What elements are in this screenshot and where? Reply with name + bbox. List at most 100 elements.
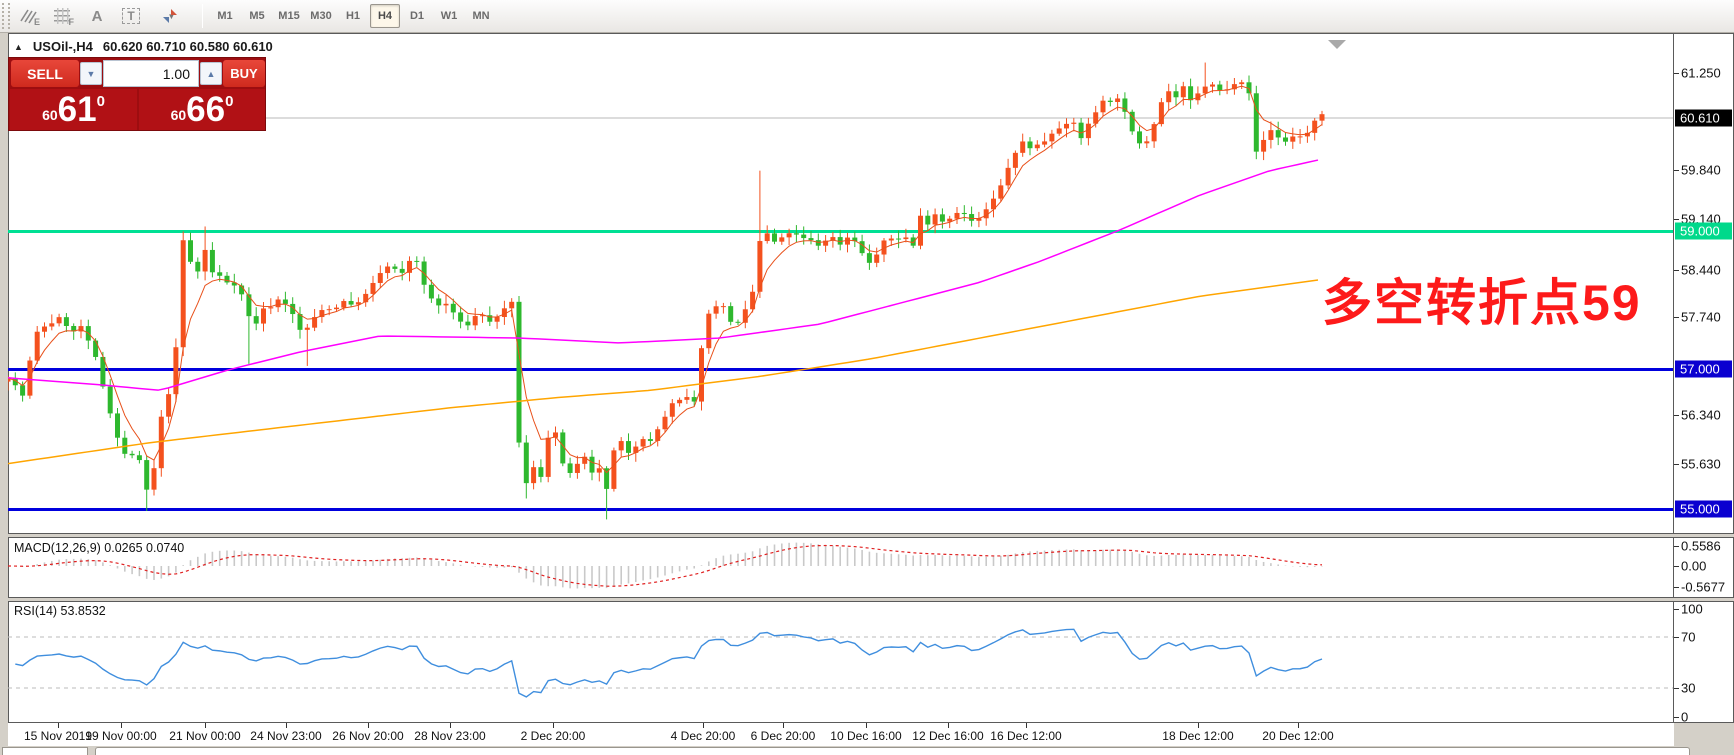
collapse-triangle-icon[interactable]: ▲ (14, 42, 23, 52)
time-axis-tick (58, 723, 59, 728)
time-axis-label: 6 Dec 20:00 (750, 729, 816, 743)
time-axis-tick (368, 723, 369, 728)
grid-icon[interactable]: F (46, 3, 80, 29)
macd-axis-tick (1674, 587, 1679, 588)
volume-increase-button[interactable]: ▲ (200, 62, 222, 85)
horizontal-scrollbar[interactable] (95, 747, 1690, 755)
time-axis-tick (1298, 723, 1299, 728)
time-axis-tick (1198, 723, 1199, 728)
time-axis-tick (205, 723, 206, 728)
sell-button[interactable]: SELL (11, 60, 79, 87)
timeframe-button-d1[interactable]: D1 (402, 4, 432, 28)
sell-price-prefix: 60 (42, 107, 58, 123)
price-axis-label: 56.340 (1681, 407, 1721, 423)
rsi-axis-tick (1674, 609, 1679, 610)
volume-input[interactable] (103, 60, 199, 87)
time-axis-label: 10 Dec 16:00 (830, 729, 902, 743)
toolbar-drag-handle[interactable] (2, 3, 10, 29)
ohlc-values: 60.620 60.710 60.580 60.610 (102, 39, 273, 54)
time-axis-label: 18 Dec 12:00 (1162, 729, 1234, 743)
rsi-axis-tick (1674, 717, 1679, 718)
sell-price-sup: 0 (96, 93, 105, 110)
volume-decrease-button[interactable]: ▼ (80, 62, 102, 85)
buy-price-big: 66 (186, 90, 226, 129)
timeframe-button-w1[interactable]: W1 (434, 4, 464, 28)
time-axis-label: 19 Nov 00:00 (85, 729, 157, 743)
price-axis-label: 59.000 (1675, 222, 1732, 240)
time-axis-tick (703, 723, 704, 728)
rsi-axis: 100 70 30 0 (1674, 601, 1734, 725)
rsi-axis-label: 0 (1681, 709, 1689, 725)
chinese-annotation-text: 多空转折点59 (1322, 275, 1642, 331)
one-click-trade-panel: SELL ▼ ▲ BUY 60 61 0 60 66 0 (8, 57, 266, 131)
buy-price-sup: 0 (225, 93, 234, 110)
time-axis-tick (783, 723, 784, 728)
buy-price-tile[interactable]: 60 66 0 (139, 89, 265, 130)
timeframe-button-m15[interactable]: M15 (274, 4, 304, 28)
price-axis-tick (1674, 464, 1679, 465)
time-axis-tick (866, 723, 867, 728)
time-axis-tick (121, 723, 122, 728)
sell-price-big: 61 (57, 90, 97, 129)
timeframe-group: M1 M5 M15 M30 H1 H4 D1 W1 MN (209, 4, 497, 28)
buy-button[interactable]: BUY (223, 60, 265, 87)
chart-title: ▲ USOil-,H4 60.620 60.710 60.580 60.610 (14, 39, 273, 54)
toolbar-separator (202, 4, 203, 28)
buy-price-prefix: 60 (170, 107, 187, 123)
price-axis-tick (1674, 270, 1679, 271)
timeframe-button-m30[interactable]: M30 (306, 4, 336, 28)
timeframe-button-h4[interactable]: H4 (370, 4, 400, 28)
timeframe-button-m1[interactable]: M1 (210, 4, 240, 28)
macd-axis-label: -0.5677 (1681, 579, 1726, 595)
text-label-icon[interactable]: A (80, 3, 114, 29)
time-axis-label: 12 Dec 16:00 (912, 729, 984, 743)
price-axis-tick (1674, 170, 1679, 171)
rsi-axis-label: 70 (1681, 629, 1696, 645)
sell-price-tile[interactable]: 60 61 0 (10, 89, 137, 130)
time-axis-tick (553, 723, 554, 728)
time-axis-label: 20 Dec 12:00 (1262, 729, 1334, 743)
time-axis[interactable]: 15 Nov 2019 19 Nov 00:00 21 Nov 00:00 24 No… (8, 723, 1674, 746)
price-axis-label: 59.840 (1681, 162, 1721, 178)
rsi-axis-label: 100 (1681, 601, 1703, 617)
chart-shift-marker-icon[interactable] (1328, 40, 1346, 49)
macd-label: MACD(12,26,9) 0.0265 0.0740 (14, 541, 185, 555)
toolbar: E F A T ▼ M1 M5 M15 M30 H1 H4 D1 W1 MN (0, 0, 1734, 33)
time-axis-label: 16 Dec 12:00 (990, 729, 1062, 743)
timeframe-button-mn[interactable]: MN (466, 4, 496, 28)
price-axis-tick (1674, 219, 1679, 220)
time-axis-label: 15 Nov 2019 (23, 729, 93, 743)
timeframe-button-m5[interactable]: M5 (242, 4, 272, 28)
price-axis-label: 61.250 (1681, 65, 1721, 81)
price-axis-label: 55.630 (1681, 456, 1721, 472)
price-axis-label: 58.440 (1681, 262, 1721, 278)
time-axis-tick (286, 723, 287, 728)
time-axis-tick (948, 723, 949, 728)
draw-study-icon[interactable]: E (12, 3, 46, 29)
macd-axis-label: 0.5586 (1681, 538, 1721, 554)
arrows-style-icon[interactable]: ▼ (148, 3, 192, 29)
rsi-label: RSI(14) 53.8532 (14, 604, 106, 618)
time-axis-label: 24 Nov 23:00 (250, 729, 322, 743)
rsi-axis-label: 30 (1681, 680, 1696, 696)
price-axis-label: 57.000 (1675, 360, 1732, 378)
macd-indicator (8, 542, 1323, 589)
text-box-icon[interactable]: T (114, 3, 148, 29)
timeframe-button-h1[interactable]: H1 (338, 4, 368, 28)
time-axis-label: 21 Nov 00:00 (169, 729, 241, 743)
letter-t-glyph: T (122, 8, 140, 24)
rsi-indicator (8, 628, 1673, 698)
rsi-axis-tick (1674, 637, 1679, 638)
symbol-period-label: USOil-,H4 (32, 39, 93, 54)
macd-axis: 0.5586 0.00 -0.5677 (1674, 537, 1734, 598)
price-axis-tick (1674, 415, 1679, 416)
price-axis-tick (1674, 317, 1679, 318)
rsi-axis-tick (1674, 688, 1679, 689)
price-axis-tick (1674, 73, 1679, 74)
chart-tab[interactable] (2, 747, 88, 755)
time-axis-tick (450, 723, 451, 728)
time-axis-label: 2 Dec 20:00 (520, 729, 586, 743)
time-axis-label: 28 Nov 23:00 (414, 729, 486, 743)
time-axis-label: 26 Nov 20:00 (332, 729, 404, 743)
icon-sub-e: E (33, 17, 40, 27)
